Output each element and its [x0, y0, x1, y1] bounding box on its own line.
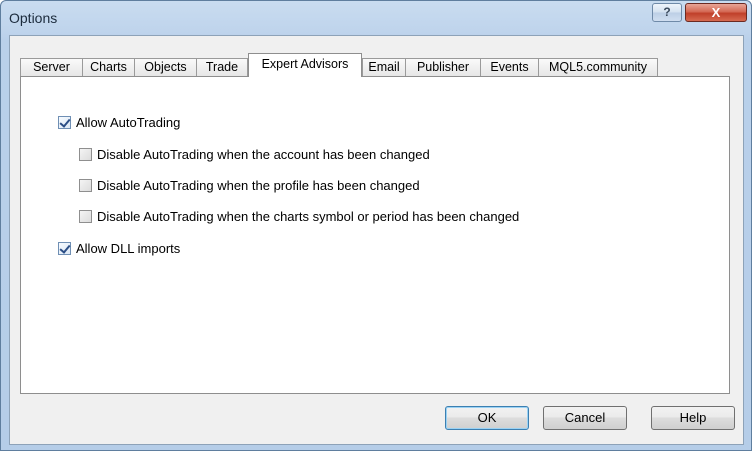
tab-publisher[interactable]: Publisher: [405, 58, 481, 76]
disable-symbol-changed-checkbox[interactable]: [79, 209, 92, 223]
disable-symbol-changed-option[interactable]: Disable AutoTrading when the charts symb…: [79, 208, 519, 224]
disable-symbol-changed-label: Disable AutoTrading when the charts symb…: [97, 208, 520, 224]
disable-profile-changed-option[interactable]: Disable AutoTrading when the profile has…: [79, 177, 420, 193]
tab-email[interactable]: Email: [362, 58, 406, 76]
allow-autotrading-option[interactable]: Allow AutoTrading: [58, 114, 180, 130]
allow-dll-imports-option[interactable]: Allow DLL imports: [58, 240, 180, 256]
disable-profile-changed-checkbox[interactable]: [79, 178, 92, 192]
allow-autotrading-label: Allow AutoTrading: [76, 114, 181, 130]
tab-server[interactable]: Server: [20, 58, 83, 76]
disable-account-changed-option[interactable]: Disable AutoTrading when the account has…: [79, 146, 430, 162]
tab-events[interactable]: Events: [480, 58, 539, 76]
disable-account-changed-label: Disable AutoTrading when the account has…: [97, 146, 430, 162]
cancel-button[interactable]: Cancel: [543, 406, 627, 430]
allow-dll-imports-checkbox[interactable]: [58, 241, 71, 255]
help-icon[interactable]: ?: [652, 3, 682, 22]
tab-objects[interactable]: Objects: [134, 58, 197, 76]
help-button[interactable]: Help: [651, 406, 735, 430]
close-icon[interactable]: X: [685, 3, 747, 22]
tab-charts[interactable]: Charts: [82, 58, 135, 76]
tab-trade[interactable]: Trade: [196, 58, 248, 76]
allow-autotrading-checkbox[interactable]: [58, 115, 71, 129]
allow-dll-imports-label: Allow DLL imports: [76, 240, 181, 256]
tab-mql5-community[interactable]: MQL5.community: [538, 58, 658, 76]
disable-account-changed-checkbox[interactable]: [79, 147, 92, 161]
ok-button[interactable]: OK: [445, 406, 529, 430]
disable-profile-changed-label: Disable AutoTrading when the profile has…: [97, 177, 420, 193]
tab-expert-advisors[interactable]: Expert Advisors: [248, 53, 362, 77]
window-title: Options: [9, 10, 58, 26]
title-bar[interactable]: Options ? X: [1, 1, 751, 35]
